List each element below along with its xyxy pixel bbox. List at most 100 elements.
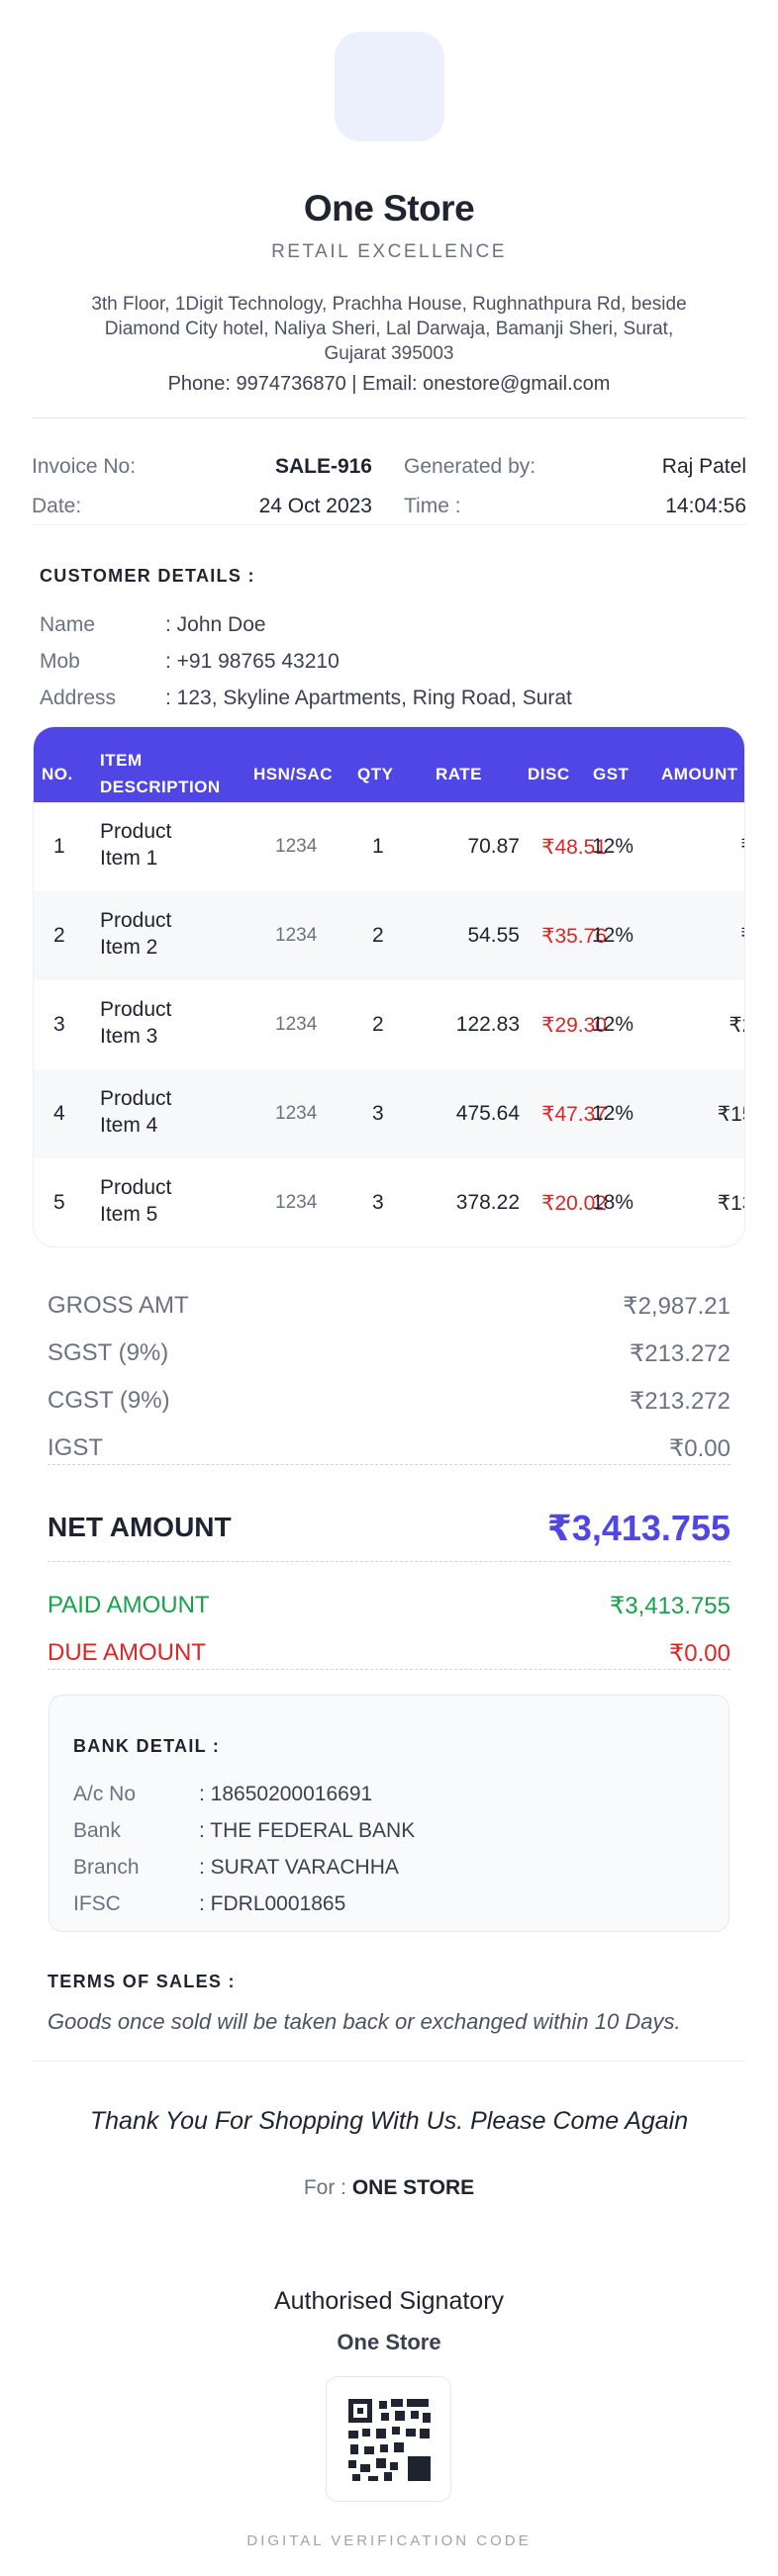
divider <box>48 1561 730 1562</box>
row-qty: 2 <box>372 1013 384 1036</box>
store-contact: Phone: 9974736870 | Email: onestore@gmai… <box>167 373 611 395</box>
row-no: 1 <box>53 835 65 858</box>
divider <box>48 1464 730 1465</box>
row-amount: ₹245.84 <box>729 1014 744 1037</box>
header-description: DESCRIPTION <box>100 778 221 796</box>
customer-name: : John Doe <box>165 613 266 636</box>
row-hsn: 1234 <box>275 1014 318 1035</box>
invoice-date: 24 Oct 2023 <box>258 495 372 517</box>
cgst-label: CGST (9%) <box>48 1387 170 1414</box>
row-disc: ₹20.02 <box>541 1192 607 1215</box>
due-amount-label: DUE AMOUNT <box>48 1639 207 1666</box>
row-desc: Product Item 3 <box>100 996 171 1050</box>
divider <box>32 2061 746 2062</box>
gross-amount: ₹2,987.21 <box>623 1293 730 1320</box>
invoice-time: 14:04:56 <box>665 495 746 517</box>
row-qty: 3 <box>372 1191 384 1214</box>
row-gst: 18% <box>592 1191 634 1214</box>
invoice-no: SALE-916 <box>274 455 372 478</box>
row-disc: ₹35.76 <box>541 925 607 948</box>
row-desc-line1: Product <box>100 1176 172 1199</box>
row-amount: ₹86.43 <box>657 924 744 949</box>
table-row: 4 Product Item 4 1234 3 475.64 ₹47.37 12%… <box>34 1069 744 1158</box>
igst-amount: ₹0.00 <box>669 1435 730 1462</box>
bank-label: Bank <box>73 1819 121 1842</box>
row-desc-line1: Product <box>100 998 172 1021</box>
store-address: 3th Floor, 1Digit Technology, Prachha Ho… <box>49 292 729 366</box>
net-amount-label: NET AMOUNT <box>48 1512 232 1542</box>
qr-code-icon <box>348 2399 431 2481</box>
row-desc: Product Item 4 <box>100 1085 171 1139</box>
row-desc-line1: Product <box>100 1087 172 1110</box>
row-desc-line2: Item 1 <box>100 847 158 870</box>
bank-detail-card <box>49 1695 729 1932</box>
row-qty: 3 <box>372 1102 384 1125</box>
paid-amount: ₹3,413.755 <box>609 1593 730 1619</box>
paid-amount-label: PAID AMOUNT <box>48 1592 210 1618</box>
customer-address: : 123, Skyline Apartments, Ring Road, Su… <box>165 687 572 709</box>
row-hsn: 1234 <box>275 1103 318 1124</box>
row-gst: 12% <box>592 1102 634 1125</box>
authorised-signatory: Authorised Signatory <box>273 2287 505 2315</box>
ifsc-label: IFSC <box>73 1892 121 1915</box>
row-gst: 12% <box>592 1013 634 1036</box>
header-item: ITEM <box>100 751 143 770</box>
header-gst: GST <box>593 765 630 783</box>
table-row: 5 Product Item 5 1234 3 378.22 ₹20.02 18%… <box>34 1158 744 1246</box>
for-store-name: ONE STORE <box>351 2176 475 2199</box>
row-qty: 2 <box>372 924 384 947</box>
row-gst: 12% <box>592 924 634 947</box>
row-gst: 12% <box>592 835 634 858</box>
net-amount: ₹3,413.755 <box>546 1508 730 1548</box>
customer-details-title: CUSTOMER DETAILS : <box>40 566 255 586</box>
branch-label: Branch <box>73 1856 140 1879</box>
header-qty: QTY <box>357 765 394 783</box>
table-row: 3 Product Item 3 1234 2 122.83 ₹29.30 12%… <box>34 980 744 1069</box>
invoice-no-label: Invoice No: <box>32 455 137 478</box>
time-label: Time : <box>404 495 461 517</box>
table-header: NO. ITEM DESCRIPTION HSN/SAC QTY RATE DI… <box>34 727 744 802</box>
row-desc-line1: Product <box>100 909 172 932</box>
address-line: Diamond City hotel, Naliya Sheri, Lal Da… <box>104 319 674 339</box>
row-amount: ₹1550.78 <box>717 1103 744 1126</box>
due-amount: ₹0.00 <box>669 1640 730 1667</box>
row-no: 4 <box>53 1102 65 1125</box>
row-desc: Product Item 2 <box>100 907 171 961</box>
terms-text: Goods once sold will be taken back or ex… <box>48 2009 681 2034</box>
sgst-label: SGST (9%) <box>48 1339 169 1366</box>
table-row: 2 Product Item 2 1234 2 54.55 ₹35.76 12% … <box>34 891 744 980</box>
row-desc: Product Item 5 <box>100 1174 171 1228</box>
row-hsn: 1234 <box>275 925 318 946</box>
customer-mob: : +91 98765 43210 <box>165 650 340 673</box>
igst-label: IGST <box>48 1434 104 1461</box>
generated-by: Raj Patel <box>661 455 746 478</box>
customer-name-label: Name <box>40 613 96 636</box>
bank-detail-title: BANK DETAIL : <box>73 1736 221 1756</box>
header-no: NO. <box>42 765 73 783</box>
gross-amount-label: GROSS AMT <box>48 1292 189 1319</box>
header-disc: DISC <box>528 765 570 783</box>
ifsc-code: : FDRL0001865 <box>199 1892 346 1915</box>
row-amount: ₹1318.88 <box>717 1192 744 1215</box>
store-logo <box>335 32 444 141</box>
row-desc-line1: Product <box>100 820 172 843</box>
header-amount: AMOUNT <box>661 765 738 783</box>
row-hsn: 1234 <box>275 1192 318 1213</box>
qr-code <box>326 2376 451 2502</box>
items-table: NO. ITEM DESCRIPTION HSN/SAC QTY RATE DI… <box>33 726 745 1247</box>
customer-address-label: Address <box>40 687 117 709</box>
store-tagline: RETAIL EXCELLENCE <box>271 241 507 262</box>
for-prefix: For : <box>303 2176 346 2199</box>
date-label: Date: <box>32 495 82 517</box>
row-no: 3 <box>53 1013 65 1036</box>
verification-caption: DIGITAL VERIFICATION CODE <box>246 2532 532 2549</box>
cgst-amount: ₹213.272 <box>629 1388 730 1415</box>
header-hsn: HSN/SAC <box>253 765 334 783</box>
terms-title: TERMS OF SALES : <box>48 1972 236 1991</box>
row-disc: ₹29.30 <box>541 1014 607 1037</box>
row-amount: ₹30.86 <box>657 835 744 860</box>
row-desc-line2: Item 3 <box>100 1025 158 1048</box>
row-hsn: 1234 <box>275 836 318 857</box>
divider <box>48 1669 730 1670</box>
thank-you-message: Thank You For Shopping With Us. Please C… <box>89 2107 689 2135</box>
